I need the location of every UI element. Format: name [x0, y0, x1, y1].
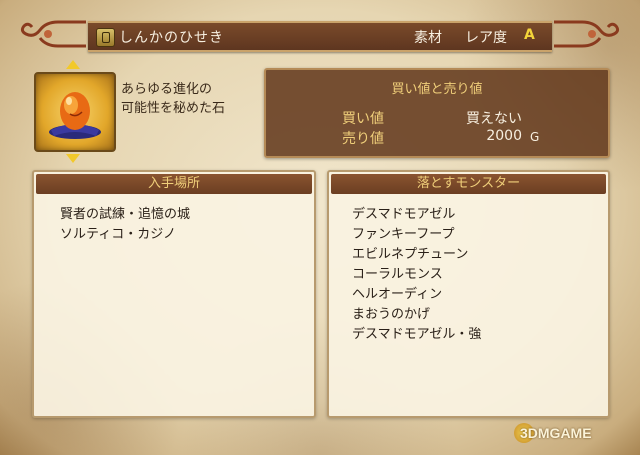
list-item: 賢者の試練・追憶の城	[60, 207, 191, 222]
material-icon	[96, 28, 115, 47]
previous-item-arrow-icon[interactable]	[66, 60, 80, 69]
item-category: 素材	[414, 30, 442, 46]
buy-price-label: 買い値	[342, 111, 384, 127]
rarity-label: レア度	[465, 30, 507, 46]
buy-price-row: 買い値 買えない	[266, 108, 608, 128]
buy-price-value: 買えない	[466, 111, 522, 127]
list-item: まおうのかげ	[352, 307, 431, 322]
item-title-bar: しんかのひせき 素材 レア度 A	[88, 21, 552, 52]
description-line: あらゆる進化の	[121, 82, 213, 97]
locations-list: 賢者の試練・追憶の城 ソルティコ・カジノ	[60, 205, 190, 245]
currency-symbol: G	[530, 130, 540, 144]
watermark-text: 3DMGAME	[520, 425, 592, 441]
list-item: ソルティコ・カジノ	[60, 227, 176, 242]
monsters-title: 落とすモンスター	[331, 174, 606, 194]
sell-price-value: 2000	[486, 128, 522, 144]
item-name: しんかのひせき	[119, 30, 224, 46]
monsters-panel: 落とすモンスター デスマドモアゼル ファンキーフープ エビルネプチューン コーラ…	[327, 170, 610, 418]
list-item: コーラルモンス	[352, 267, 443, 282]
description-line: 可能性を秘めた石	[121, 101, 226, 116]
locations-title: 入手場所	[36, 174, 312, 194]
price-panel-title: 買い値と売り値	[391, 82, 483, 97]
list-item: デスマドモアゼル・強	[352, 327, 482, 342]
price-panel: 買い値と売り値 買い値 買えない 売り値 2000 G	[264, 68, 610, 158]
list-item: ファンキーフープ	[352, 227, 455, 242]
orange-egg-stone-icon	[49, 92, 101, 139]
title-ornament-right	[554, 20, 620, 48]
item-description: あらゆる進化の 可能性を秘めた石	[121, 80, 225, 118]
sell-price-row: 売り値 2000 G	[266, 128, 608, 148]
monsters-list: デスマドモアゼル ファンキーフープ エビルネプチューン コーラルモンス ヘルオー…	[352, 205, 481, 345]
sell-price-label: 売り値	[342, 131, 384, 147]
list-item: ヘルオーディン	[352, 287, 443, 302]
title-ornament-left	[20, 20, 86, 48]
list-item: エビルネプチューン	[352, 247, 469, 262]
next-item-arrow-icon[interactable]	[66, 154, 80, 163]
locations-panel: 入手場所 賢者の試練・追憶の城 ソルティコ・カジノ	[32, 170, 316, 418]
list-item: デスマドモアゼル	[352, 207, 456, 222]
rarity-value: A	[524, 27, 535, 43]
item-image	[34, 72, 116, 152]
